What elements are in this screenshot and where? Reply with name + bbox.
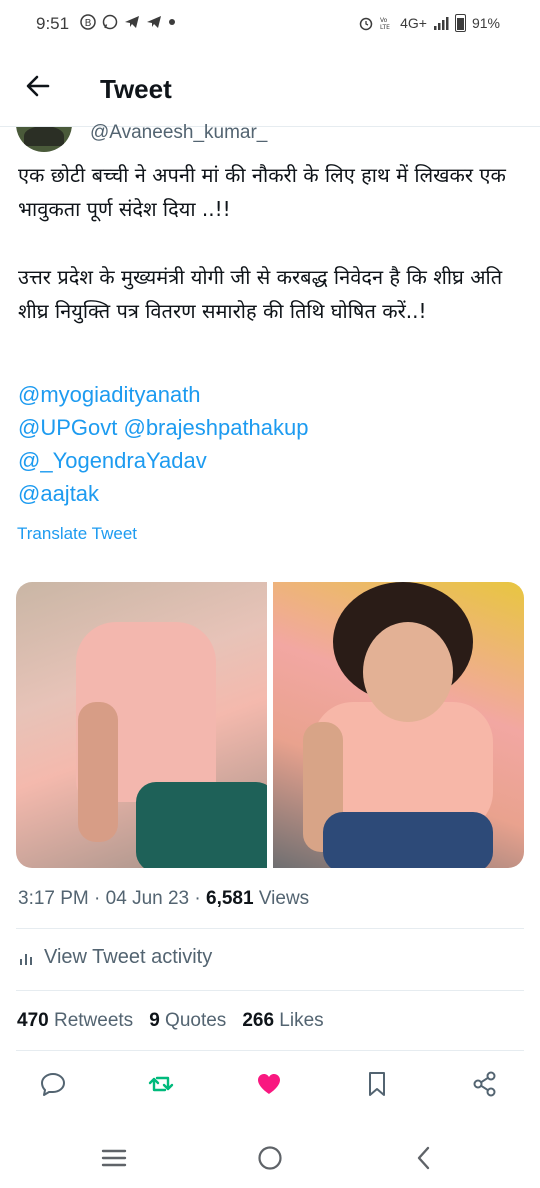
menu-icon: [101, 1149, 127, 1167]
back-button[interactable]: [22, 70, 54, 102]
tweet-text: एक छोटी बच्ची ने अपनी मां की नौकरी के लि…: [18, 158, 518, 328]
view-tweet-activity-label: View Tweet activity: [44, 946, 213, 968]
action-bar: [0, 1064, 540, 1104]
mention-link[interactable]: @UPGovt: [18, 415, 117, 440]
mentions-block: @myogiadityanath @UPGovt @brajeshpathaku…: [18, 378, 309, 510]
translate-tweet-link[interactable]: Translate Tweet: [17, 524, 137, 544]
likes-stat[interactable]: 266 Likes: [242, 1010, 323, 1032]
tweet-meta: 3:17 PM · 04 Jun 23 · 6,581 Views: [18, 888, 310, 909]
status-time: 9:51: [36, 14, 70, 33]
tweet-stats: 470 Retweets 9 Quotes 266 Likes: [17, 1010, 324, 1032]
divider: [16, 1050, 524, 1051]
arrow-left-icon: [26, 75, 50, 97]
mention-link[interactable]: @brajeshpathakup: [123, 415, 308, 440]
heart-icon: [258, 1074, 280, 1094]
retweets-stat[interactable]: 470 Retweets: [17, 1010, 133, 1032]
tweet-text-paragraph: एक छोटी बच्ची ने अपनी मां की नौकरी के लि…: [18, 163, 506, 221]
system-icons: Vo LTE 4G+ 91%: [358, 14, 500, 32]
battery-level: 91%: [471, 15, 500, 31]
dot-icon: [169, 19, 175, 25]
telegram-icon: [125, 16, 139, 28]
views-label: Views: [258, 888, 310, 909]
notification-icons: B: [80, 14, 176, 30]
tweet-photo[interactable]: [16, 582, 267, 868]
signal-icon: [433, 17, 449, 30]
telegram-icon: [147, 16, 161, 28]
whatsapp-icon: [102, 14, 118, 30]
battery-icon: [454, 14, 466, 32]
like-button[interactable]: [249, 1064, 289, 1104]
system-navigation-bar: [0, 1116, 540, 1188]
bookmark-button[interactable]: [357, 1064, 397, 1104]
tweet-date: 04 Jun 23: [105, 888, 190, 909]
system-back-button[interactable]: [402, 1136, 446, 1180]
reply-icon: [41, 1073, 65, 1096]
status-bar: 9:51 B Vo LTE 4G+ 91%: [0, 0, 540, 50]
b-app-icon: B: [80, 14, 96, 30]
volte-icon: VoLTE: [380, 17, 390, 31]
alarm-icon: [359, 17, 373, 31]
recent-apps-button[interactable]: [92, 1136, 136, 1180]
view-tweet-activity-button[interactable]: View Tweet activity: [18, 946, 212, 969]
chevron-left-icon: [417, 1146, 430, 1170]
views-count: 6,581: [206, 888, 254, 909]
bookmark-icon: [369, 1072, 385, 1096]
tweet-text-paragraph: उत्तर प्रदेश के मुख्यमंत्री योगी जी से क…: [18, 265, 503, 323]
svg-text:B: B: [85, 18, 92, 29]
retweet-button[interactable]: [141, 1064, 181, 1104]
reply-button[interactable]: [33, 1064, 73, 1104]
home-button[interactable]: [248, 1136, 292, 1180]
tweet-media: [16, 582, 524, 868]
divider: [16, 928, 524, 929]
retweet-icon: [148, 1076, 174, 1092]
network-type: 4G+: [400, 15, 427, 31]
analytics-icon: [20, 953, 32, 965]
header-divider: [0, 126, 540, 127]
tweet-photo[interactable]: [273, 582, 524, 868]
quotes-stat[interactable]: 9 Quotes: [149, 1010, 226, 1032]
share-button[interactable]: [465, 1064, 505, 1104]
svg-text:Vo: Vo: [380, 17, 388, 24]
mention-link[interactable]: @aajtak: [18, 481, 99, 506]
author-handle[interactable]: @Avaneesh_kumar_: [90, 122, 267, 144]
tweet-time: 3:17 PM: [18, 888, 89, 909]
home-circle-icon: [258, 1146, 282, 1170]
svg-text:LTE: LTE: [380, 24, 390, 31]
mention-link[interactable]: @myogiadityanath: [18, 382, 201, 407]
app-header: Tweet: [0, 58, 540, 122]
page-title: Tweet: [100, 74, 172, 104]
divider: [16, 990, 524, 991]
share-icon: [473, 1071, 496, 1097]
mention-link[interactable]: @_YogendraYadav: [18, 448, 207, 473]
